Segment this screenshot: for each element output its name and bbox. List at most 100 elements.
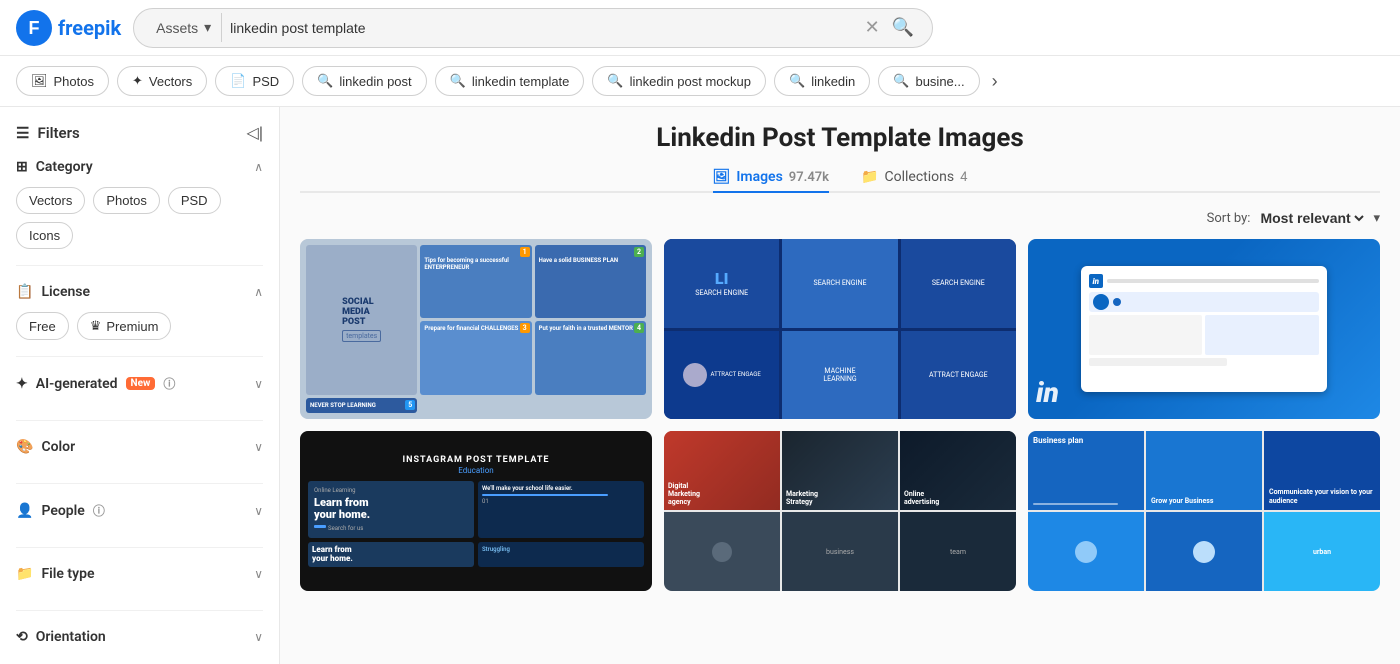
filter-icon: ☰ <box>16 124 29 142</box>
color-header[interactable]: 🎨 Color ∨ <box>16 439 263 455</box>
search-submit-btn[interactable]: 🔍 <box>886 17 920 38</box>
sort-by-label: Sort by: <box>1207 211 1251 226</box>
freepik-logo-icon: F <box>16 10 52 46</box>
communicate-label: Communicate your vision to your audience <box>1269 488 1375 505</box>
search-icon-5: 🔍 <box>893 73 909 89</box>
image-card-5[interactable]: DigitalMarketingagency MarketingStrategy… <box>664 431 1016 591</box>
filter-section-people: 👤 People ⓘ ∨ <box>16 502 263 548</box>
tag-vectors-btn[interactable]: ✦ Vectors <box>117 66 207 96</box>
image-card-3[interactable]: in <box>1028 239 1380 419</box>
page-title: Linkedin Post Template Images <box>300 123 1380 153</box>
filter-section-orientation: ⟲ Orientation ∨ <box>16 629 263 664</box>
category-chevron-icon: ∧ <box>254 160 263 174</box>
chevron-down-icon: ▾ <box>204 19 211 36</box>
orientation-icon: ⟲ <box>16 629 28 645</box>
layout: ☰ Filters ◁| ⊞ Category ∧ Vectors Photos… <box>0 107 1400 664</box>
photo-icon: 🖼 <box>31 73 48 89</box>
search-input[interactable] <box>230 20 858 36</box>
chip-free[interactable]: Free <box>16 312 69 340</box>
tab-collections-label: Collections <box>884 169 954 185</box>
tab-images[interactable]: 🖼 Images 97.47k <box>713 169 829 193</box>
color-title: 🎨 Color <box>16 439 75 455</box>
tag-bar-next-btn[interactable]: › <box>988 67 1002 96</box>
sidebar-title-container: ☰ Filters <box>16 124 80 142</box>
grow-business-label: Grow your Business <box>1151 497 1257 505</box>
chip-vectors[interactable]: Vectors <box>16 187 85 214</box>
filetype-header[interactable]: 📁 File type ∨ <box>16 566 263 582</box>
filetype-icon: 📁 <box>16 566 33 582</box>
ai-icon: ✦ <box>16 376 28 392</box>
search-icon-3: 🔍 <box>607 73 623 89</box>
chip-icons[interactable]: Icons <box>16 222 73 249</box>
orientation-header[interactable]: ⟲ Orientation ∨ <box>16 629 263 645</box>
license-chevron-icon: ∧ <box>254 285 263 299</box>
license-chips: Free ♛ Premium <box>16 312 263 340</box>
ai-badge-new: New <box>126 377 156 390</box>
filetype-chevron-icon: ∨ <box>254 567 263 581</box>
sort-select[interactable]: Most relevant Most recent Most popular <box>1256 209 1367 227</box>
main-content: Linkedin Post Template Images 🖼 Images 9… <box>280 107 1400 664</box>
tag-psd-btn[interactable]: 📄 PSD <box>215 66 294 96</box>
logo-text: freepik <box>58 16 121 40</box>
tag-linkedin-template-btn[interactable]: 🔍 linkedin template <box>435 66 585 96</box>
tab-collections[interactable]: 📁 Collections 4 <box>861 169 967 193</box>
orientation-chevron-icon: ∨ <box>254 630 263 644</box>
sidebar: ☰ Filters ◁| ⊞ Category ∧ Vectors Photos… <box>0 107 280 664</box>
images-tab-icon: 🖼 <box>713 169 731 185</box>
tag-business-btn[interactable]: 🔍 busine... <box>878 66 979 96</box>
category-chips: Vectors Photos PSD Icons <box>16 187 263 249</box>
license-header[interactable]: 📋 License ∧ <box>16 284 263 300</box>
collections-tab-icon: 📁 <box>861 169 878 185</box>
psd-icon: 📄 <box>230 73 246 89</box>
image-grid: SOCIALMEDIAPOST templates 1 Tips for bec… <box>300 239 1380 591</box>
tab-images-count: 97.47k <box>789 170 829 185</box>
business-plan-label: Business plan <box>1033 436 1083 446</box>
vectors-icon: ✦ <box>132 73 143 89</box>
logo-link[interactable]: F freepik <box>16 10 121 46</box>
sidebar-header: ☰ Filters ◁| <box>16 123 263 143</box>
tag-bar: 🖼 Photos ✦ Vectors 📄 PSD 🔍 linkedin post… <box>0 56 1400 107</box>
chip-premium[interactable]: ♛ Premium <box>77 312 172 340</box>
chip-psd[interactable]: PSD <box>168 187 221 214</box>
image-card-4[interactable]: INSTAGRAM POST TEMPLATE Education Online… <box>300 431 652 591</box>
search-icon-1: 🔍 <box>317 73 333 89</box>
license-icon: 📋 <box>16 284 33 300</box>
tab-images-label: Images <box>736 169 782 185</box>
tag-linkedin-post-btn[interactable]: 🔍 linkedin post <box>302 66 426 96</box>
assets-label: Assets <box>156 20 198 36</box>
license-title: 📋 License <box>16 284 90 300</box>
category-title: ⊞ Category <box>16 159 93 175</box>
people-info-icon[interactable]: ⓘ <box>93 502 105 519</box>
svg-text:F: F <box>29 18 40 38</box>
filetype-title: 📁 File type <box>16 566 94 582</box>
image-card-2[interactable]: LI SEARCH ENGINE SEARCH ENGINE SEARCH EN… <box>664 239 1016 419</box>
tag-photos-btn[interactable]: 🖼 Photos <box>16 66 109 96</box>
people-header[interactable]: 👤 People ⓘ ∨ <box>16 502 263 519</box>
filter-section-license: 📋 License ∧ Free ♛ Premium <box>16 284 263 357</box>
ai-header[interactable]: ✦ AI-generated New ⓘ ∨ <box>16 375 263 392</box>
tab-collections-count: 4 <box>960 170 967 185</box>
color-chevron-icon: ∨ <box>254 440 263 454</box>
people-chevron-icon: ∨ <box>254 504 263 518</box>
tag-linkedin-mockup-btn[interactable]: 🔍 linkedin post mockup <box>592 66 766 96</box>
people-icon: 👤 <box>16 503 33 519</box>
search-clear-btn[interactable]: ✕ <box>859 17 886 38</box>
filter-section-category: ⊞ Category ∧ Vectors Photos PSD Icons <box>16 159 263 266</box>
chip-photos[interactable]: Photos <box>93 187 159 214</box>
search-icon-2: 🔍 <box>450 73 466 89</box>
filter-section-filetype: 📁 File type ∨ <box>16 566 263 611</box>
ai-chevron-icon: ∨ <box>254 377 263 391</box>
category-header[interactable]: ⊞ Category ∧ <box>16 159 263 175</box>
category-icon: ⊞ <box>16 159 28 175</box>
sort-chevron-icon: ▾ <box>1373 211 1380 226</box>
assets-dropdown-btn[interactable]: Assets ▾ <box>146 13 222 42</box>
image-card-6[interactable]: Business plan Grow your Business Communi… <box>1028 431 1380 591</box>
ai-info-icon[interactable]: ⓘ <box>163 375 175 392</box>
sidebar-collapse-btn[interactable]: ◁| <box>247 123 263 143</box>
tag-linkedin-btn[interactable]: 🔍 linkedin <box>774 66 870 96</box>
color-icon: 🎨 <box>16 439 33 455</box>
image-card-1[interactable]: SOCIALMEDIAPOST templates 1 Tips for bec… <box>300 239 652 419</box>
crown-icon: ♛ <box>90 318 102 334</box>
search-icon-4: 🔍 <box>789 73 805 89</box>
people-title: 👤 People ⓘ <box>16 502 105 519</box>
